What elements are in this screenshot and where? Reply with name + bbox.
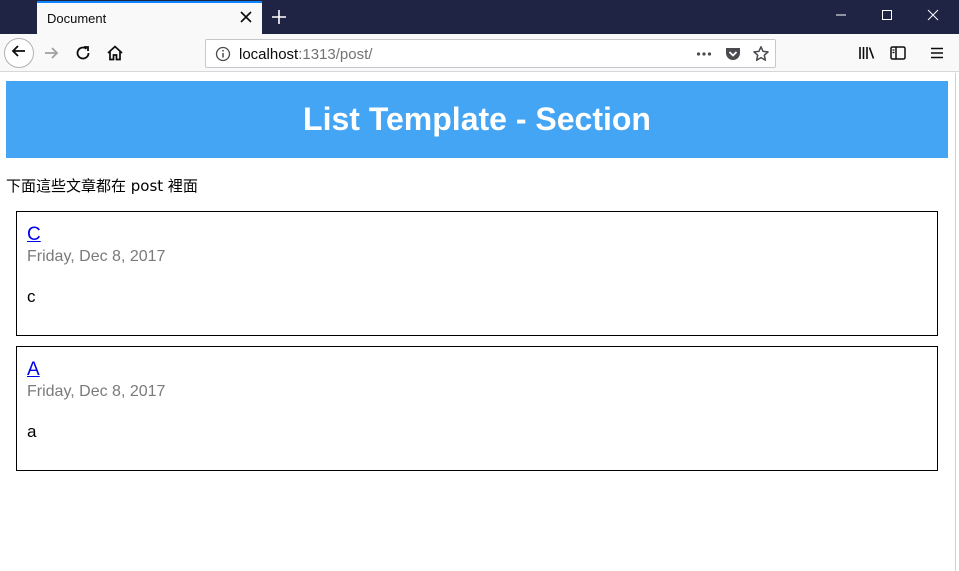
sidebar-icon[interactable] (888, 43, 908, 63)
arrow-left-icon (10, 42, 28, 65)
home-icon[interactable] (105, 43, 125, 63)
close-icon[interactable] (238, 9, 254, 25)
library-icon[interactable] (857, 43, 877, 63)
pocket-icon[interactable] (724, 45, 742, 63)
minimize-icon (835, 8, 847, 26)
page-title: List Template - Section (303, 101, 651, 137)
navigation-toolbar: localhost:1313/post/ (0, 34, 959, 72)
url-path: :1313/post/ (298, 46, 373, 63)
maximize-icon (881, 8, 893, 26)
url-bar[interactable]: localhost:1313/post/ (205, 39, 776, 68)
post-title-link[interactable]: C (27, 224, 41, 246)
post-date: Friday, Dec 8, 2017 (27, 383, 166, 400)
url-host: localhost (239, 46, 299, 63)
close-window-button[interactable] (910, 0, 956, 34)
post-summary: a (27, 422, 37, 441)
post-card: C Friday, Dec 8, 2017 c (16, 211, 938, 336)
more-horizontal-icon[interactable] (695, 45, 713, 63)
page-content: List Template - Section 下面這些文章都在 post 裡面… (0, 73, 959, 571)
url-text[interactable]: localhost:1313/post/ (239, 46, 372, 63)
hamburger-menu-icon[interactable] (927, 43, 947, 63)
maximize-button[interactable] (864, 0, 910, 34)
post-title-link[interactable]: A (27, 359, 40, 381)
reload-icon[interactable] (73, 43, 93, 63)
post-card: A Friday, Dec 8, 2017 a (16, 346, 938, 471)
close-window-icon (927, 8, 939, 26)
plus-icon[interactable] (270, 8, 288, 26)
window-titlebar: Document (0, 0, 959, 34)
info-icon[interactable] (215, 46, 231, 62)
tab-document[interactable]: Document (37, 1, 262, 34)
intro-text: 下面這些文章都在 post 裡面 (6, 177, 198, 195)
header-banner: List Template - Section (6, 81, 948, 158)
tab-title: Document (47, 11, 107, 26)
arrow-right-icon[interactable] (41, 43, 61, 63)
post-date: Friday, Dec 8, 2017 (27, 248, 166, 265)
window-edge (955, 73, 959, 571)
post-summary: c (27, 287, 36, 306)
star-icon[interactable] (752, 45, 770, 63)
back-button[interactable] (4, 38, 34, 68)
minimize-button[interactable] (818, 0, 864, 34)
